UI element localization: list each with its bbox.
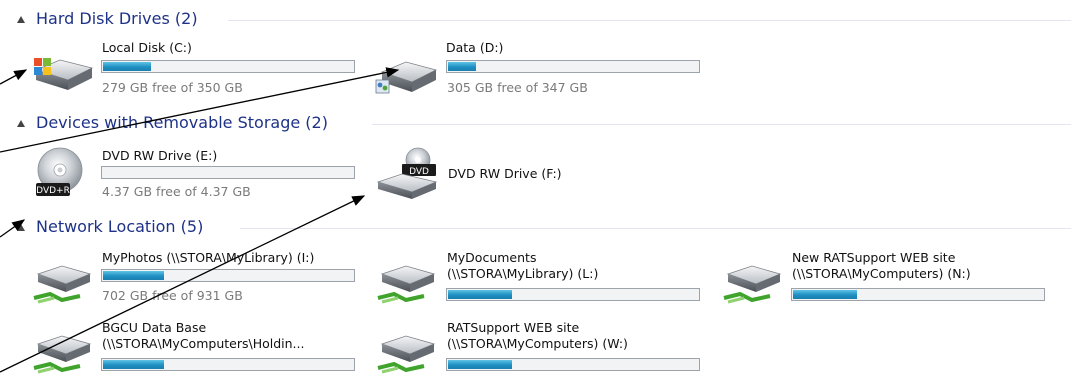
drive-name-line2: (\\STORA\MyComputers\Holdin...: [102, 336, 305, 351]
drive-usage-bar: [446, 288, 700, 301]
group-divider: [372, 124, 1071, 125]
drive-usage-fill: [103, 62, 152, 71]
group-divider: [228, 20, 1071, 21]
dvd-disc-icon: DVD+R: [36, 147, 83, 196]
group-title: Network Location (5): [36, 217, 204, 236]
drive-item-d[interactable]: Data (D:) 305 GB free of 347 GB: [372, 40, 712, 98]
drive-usage-bar: [101, 60, 355, 73]
drive-item-bgcu[interactable]: BGCU Data Base (\\STORA\MyComputers\Hold…: [28, 320, 368, 378]
drive-name-line2: (\\STORA\MyLibrary) (L:): [447, 266, 599, 281]
drive-usage-bar: [101, 166, 355, 179]
drive-name: MyPhotos (\\STORA\MyLibrary) (I:): [102, 250, 315, 265]
drive-name: Data (D:): [446, 40, 504, 55]
drive-name-line1: RATSupport WEB site: [447, 320, 580, 335]
drive-name-line2: (\\STORA\MyComputers) (W:): [447, 336, 628, 351]
drive-free-space: 702 GB free of 931 GB: [102, 288, 243, 303]
network-drive-icon: [377, 265, 436, 304]
drive-usage-bar: [446, 60, 700, 73]
group-title: Devices with Removable Storage (2): [36, 113, 328, 132]
drive-name: DVD RW Drive (F:): [448, 166, 562, 181]
drive-item-l[interactable]: MyDocuments (\\STORA\MyLibrary) (L:): [372, 250, 712, 308]
drive-free-space: 305 GB free of 347 GB: [447, 80, 588, 95]
group-header-hard-disk-drives[interactable]: Hard Disk Drives (2): [0, 8, 1071, 32]
network-drive-icon: [33, 335, 92, 374]
drive-item-n[interactable]: New RATSupport WEB site (\\STORA\MyCompu…: [718, 250, 1058, 308]
collapse-triangle-icon[interactable]: [17, 120, 25, 127]
drive-name: DVD RW Drive (E:): [102, 148, 218, 163]
drive-usage-bar: [791, 288, 1045, 301]
drive-usage-fill: [448, 62, 477, 71]
drive-item-f[interactable]: DVD DVD RW Drive (F:): [372, 146, 712, 204]
drive-name-line1: BGCU Data Base: [102, 320, 207, 335]
network-drive-icon: [377, 335, 436, 374]
drive-usage-bar: [446, 358, 700, 371]
hard-drive-icon: [375, 61, 438, 94]
windows-hard-drive-icon: [34, 58, 94, 90]
drive-usage-fill: [103, 271, 164, 280]
group-header-network-location[interactable]: Network Location (5): [0, 216, 1071, 240]
network-drive-icon: [723, 265, 782, 304]
group-title: Hard Disk Drives (2): [36, 9, 198, 28]
disc-label: DVD: [409, 167, 429, 177]
drive-name: Local Disk (C:): [102, 40, 192, 55]
drive-usage-bar: [101, 358, 355, 371]
dvd-drive-icon: DVD: [376, 147, 438, 199]
drive-free-space: 4.37 GB free of 4.37 GB: [102, 184, 251, 199]
group-header-removable-storage[interactable]: Devices with Removable Storage (2): [0, 112, 1071, 136]
drive-name-line1: MyDocuments: [447, 250, 537, 265]
drive-name-line2: (\\STORA\MyComputers) (N:): [792, 266, 971, 281]
drive-item-c[interactable]: Local Disk (C:) 279 GB free of 350 GB: [28, 40, 368, 98]
drive-usage-fill: [103, 360, 164, 369]
collapse-triangle-icon[interactable]: [17, 224, 25, 231]
annotation-arrow: [0, 69, 28, 85]
network-drive-icon: [33, 265, 92, 304]
drive-free-space: 279 GB free of 350 GB: [102, 80, 243, 95]
drive-usage-fill: [448, 360, 512, 369]
drive-name-line1: New RATSupport WEB site: [792, 250, 956, 265]
drive-usage-fill: [793, 290, 857, 299]
drive-usage-fill: [448, 290, 512, 299]
drive-item-i[interactable]: MyPhotos (\\STORA\MyLibrary) (I:) 702 GB…: [28, 250, 368, 308]
group-divider: [240, 228, 1071, 229]
drive-usage-bar: [101, 269, 355, 282]
drive-item-w[interactable]: RATSupport WEB site (\\STORA\MyComputers…: [372, 320, 712, 378]
disc-label: DVD+R: [36, 186, 70, 196]
collapse-triangle-icon[interactable]: [17, 16, 25, 23]
drive-item-e[interactable]: DVD+R DVD RW Drive (E:) 4.37 GB free of …: [28, 146, 368, 204]
